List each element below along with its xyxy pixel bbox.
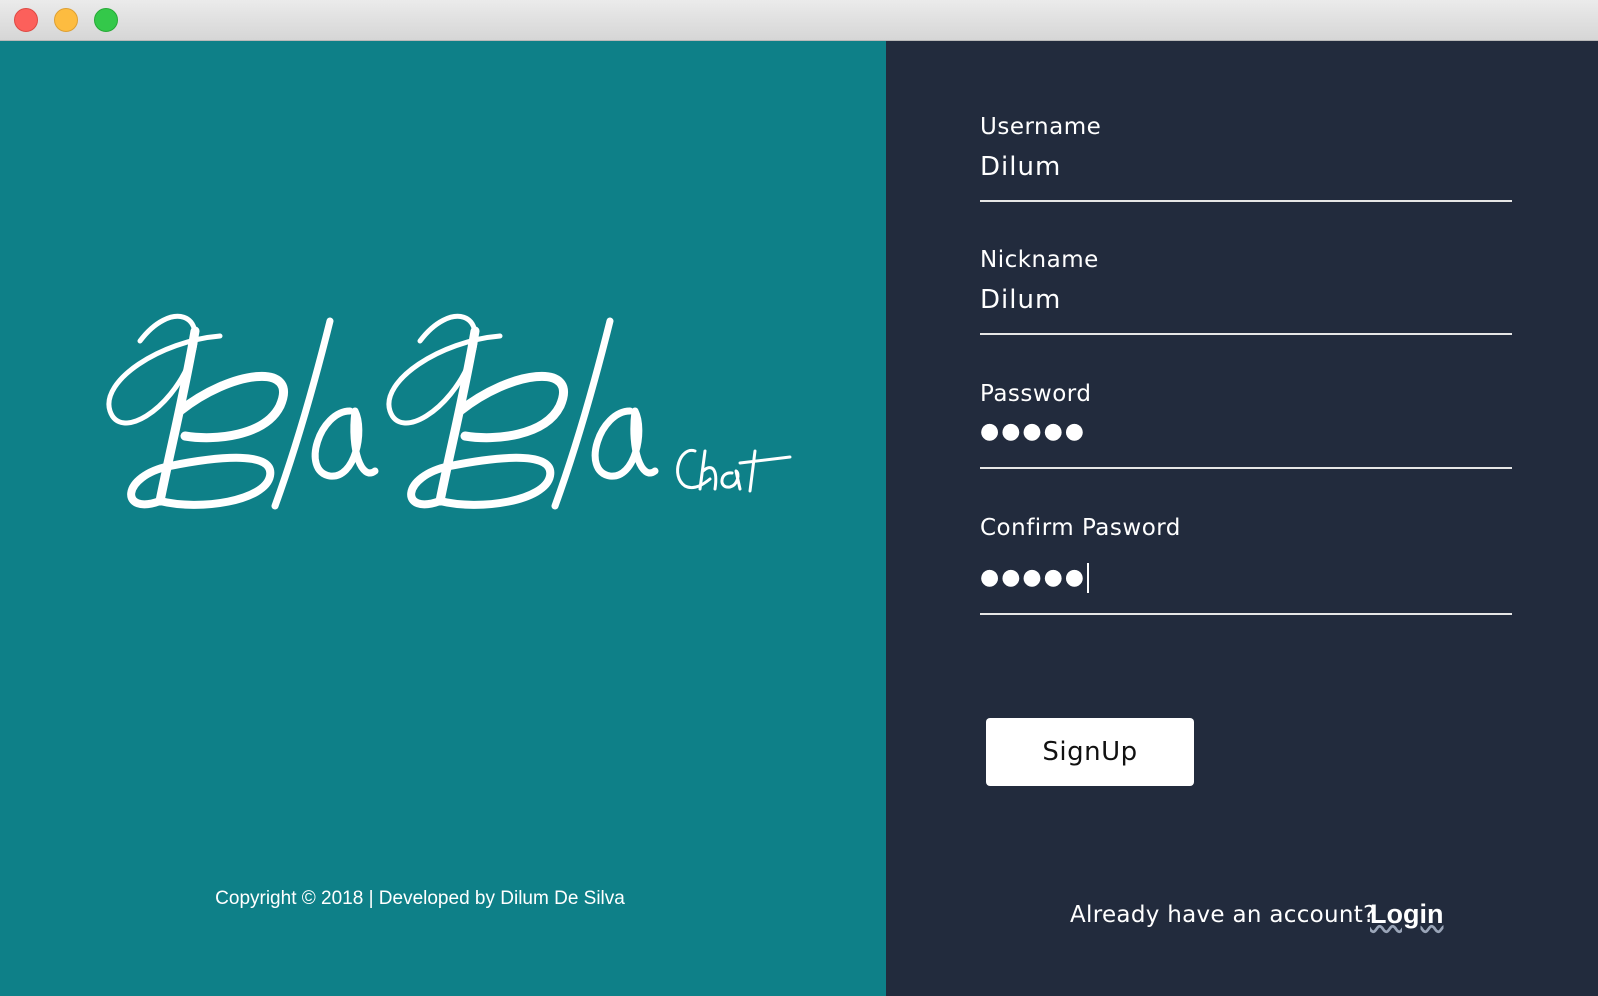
nickname-input[interactable]: Dilum [980,285,1512,335]
app-window: Copyright © 2018 | Developed by Dilum De… [0,0,1598,996]
password-label: Password [980,381,1092,407]
title-bar [0,0,1598,41]
password-input[interactable]: ●●●●● [980,419,1512,469]
username-input[interactable]: Dilum [980,152,1512,202]
confirm-password-value: ●●●●● [980,565,1086,590]
close-window-button[interactable] [14,8,38,32]
confirm-password-field: Confirm Pasword ●●●●● [980,515,1512,615]
login-link[interactable]: Login [1370,899,1443,930]
text-caret [1086,563,1089,593]
password-field: Password ●●●●● [980,381,1512,469]
copyright-text: Copyright © 2018 | Developed by Dilum De… [215,888,625,909]
nickname-field: Nickname Dilum [980,247,1512,335]
already-have-account-text: Already have an account? [1070,902,1376,928]
username-field: Username Dilum [980,114,1512,202]
signup-form-panel: Username Dilum Nickname Dilum Password ●… [886,41,1598,996]
username-label: Username [980,114,1102,140]
zoom-window-button[interactable] [94,8,118,32]
minimize-window-button[interactable] [54,8,78,32]
signup-button[interactable]: SignUp [986,718,1194,786]
blabla-chat-logo [100,301,800,531]
confirm-password-input[interactable]: ●●●●● [980,563,1512,615]
confirm-password-label: Confirm Pasword [980,515,1181,541]
brand-panel: Copyright © 2018 | Developed by Dilum De… [0,41,886,996]
nickname-label: Nickname [980,247,1099,273]
